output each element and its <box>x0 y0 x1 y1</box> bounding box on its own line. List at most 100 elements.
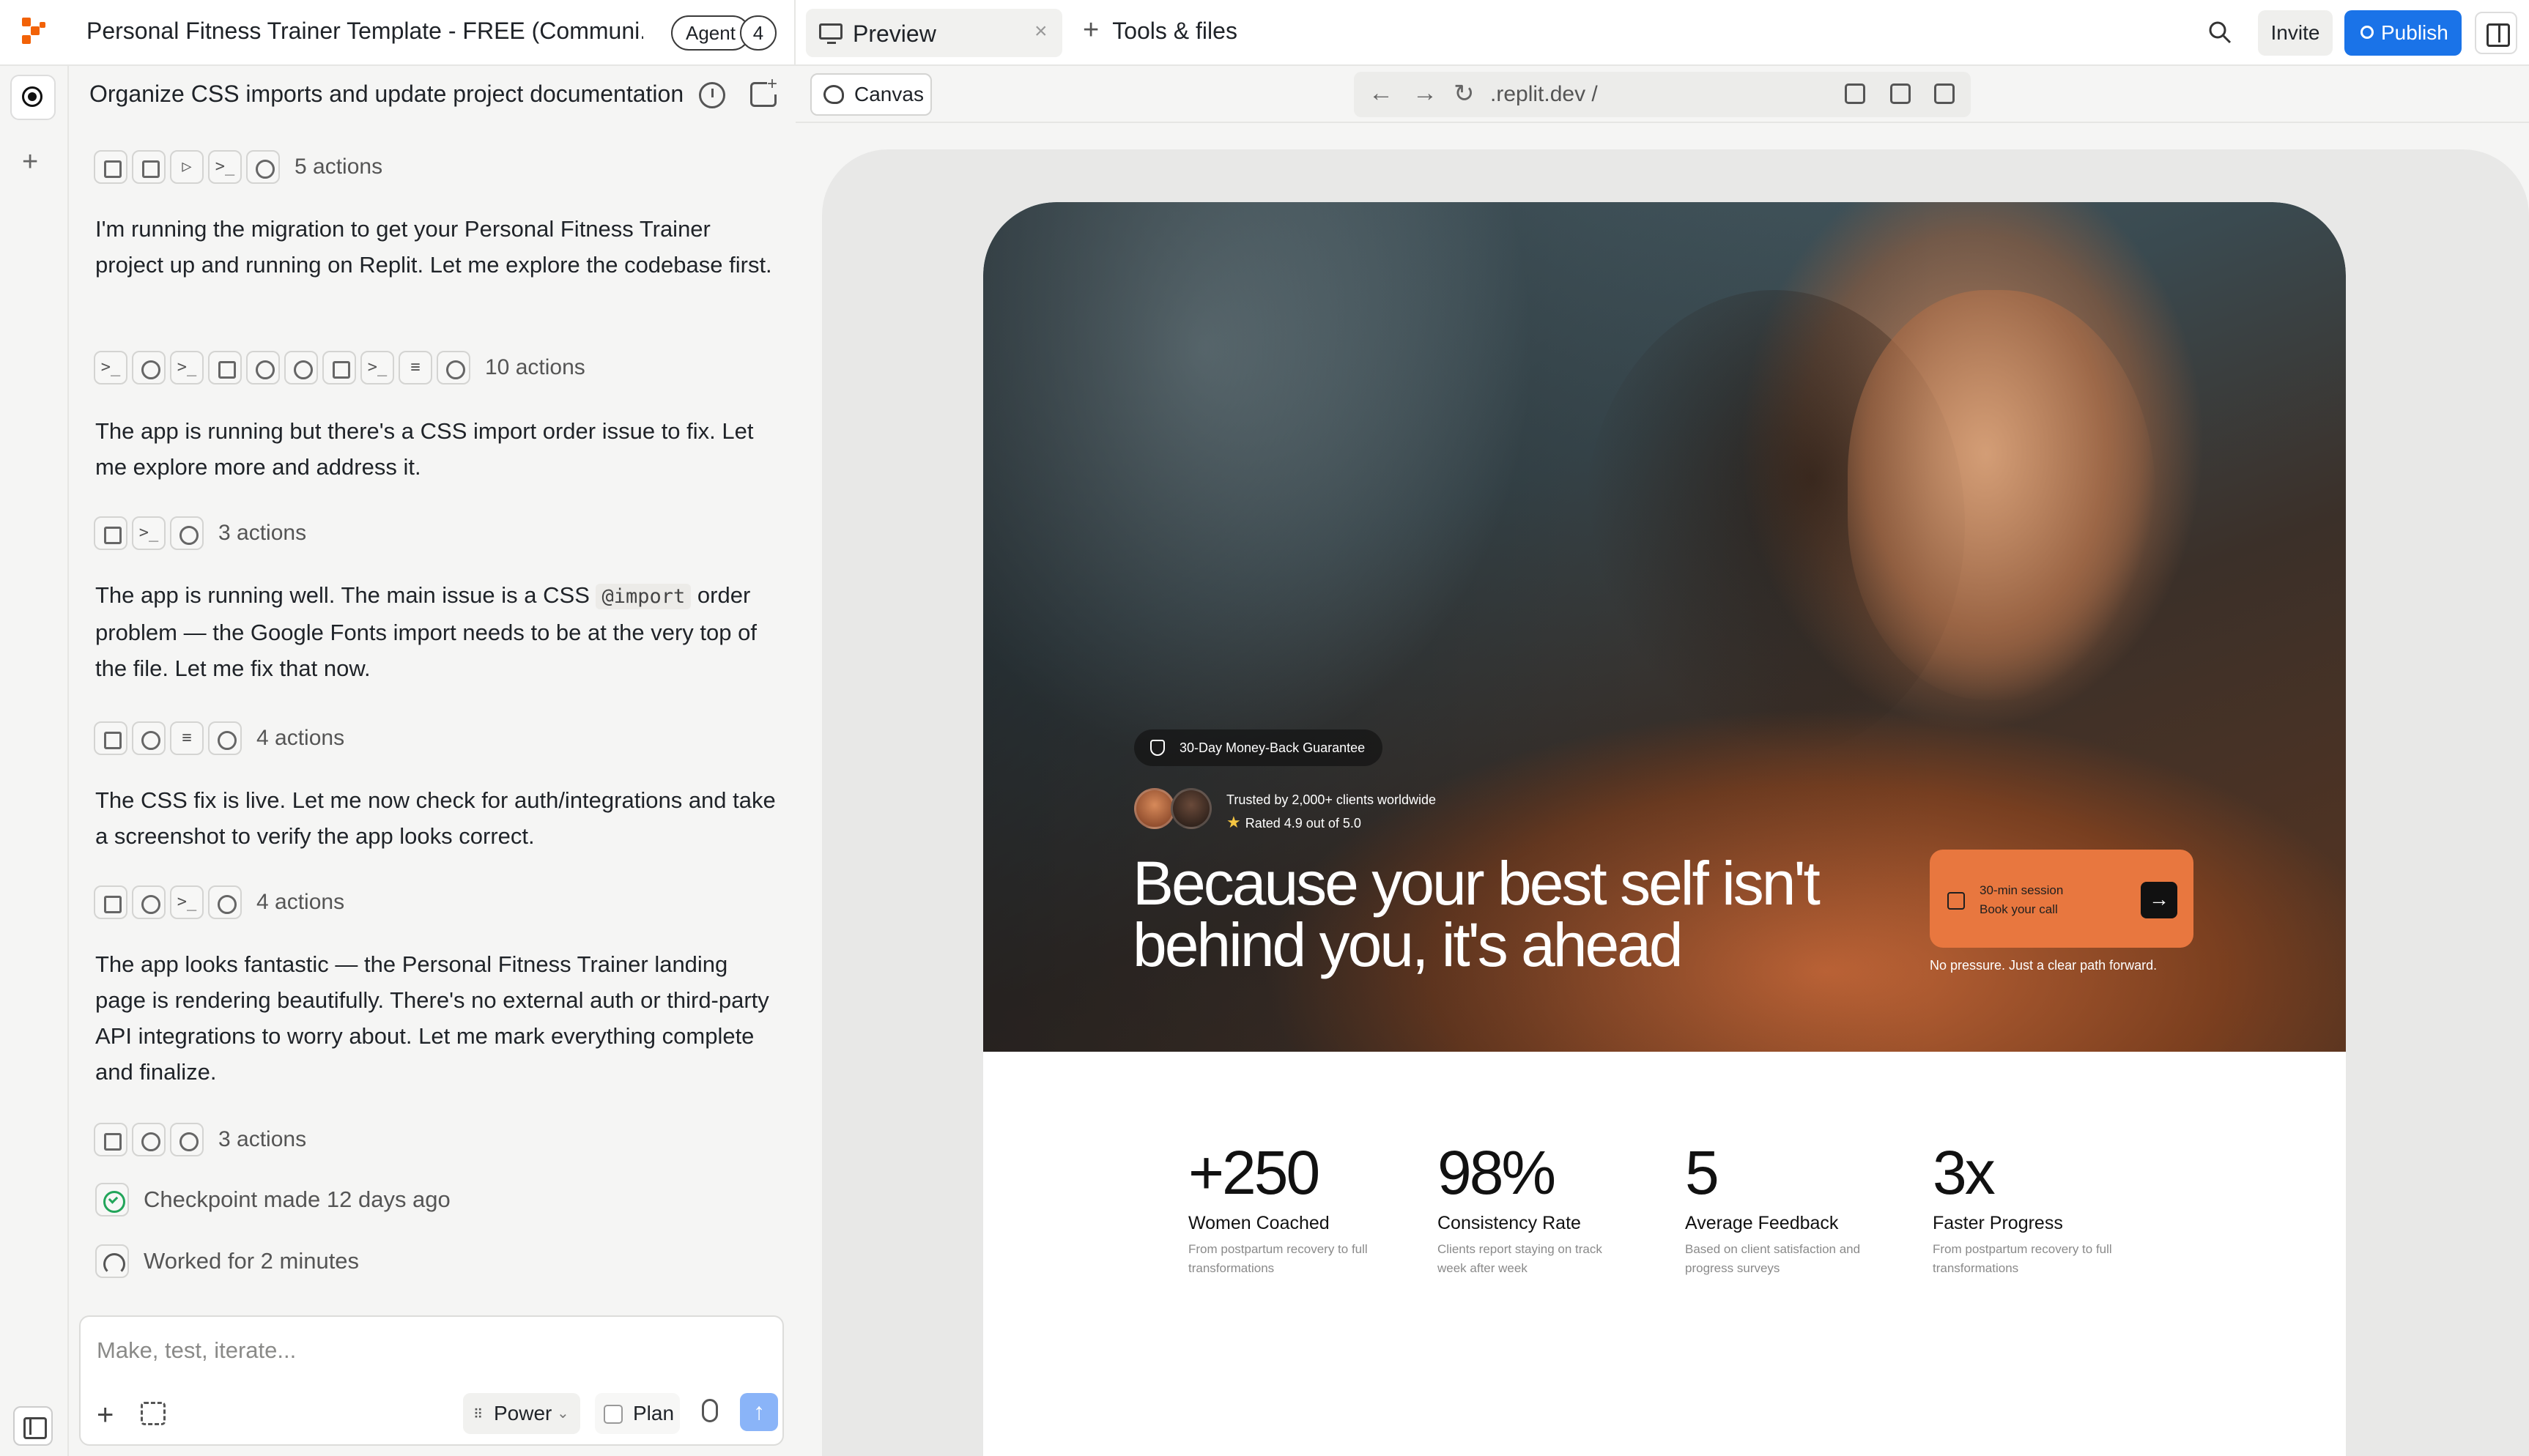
close-icon[interactable]: × <box>1034 19 1048 44</box>
agent-message: The app looks fantastic — the Personal F… <box>95 951 769 1085</box>
agent-message: The app is running well. The main issue … <box>95 577 777 686</box>
terminal-icon: >_ <box>208 150 242 184</box>
agent-rail-icon[interactable] <box>10 75 56 120</box>
canvas-button[interactable]: Canvas <box>810 73 932 116</box>
mode-label: Power <box>494 1402 552 1425</box>
reload-icon[interactable]: ↻ <box>1454 79 1475 108</box>
worked-text: Worked for 2 minutes <box>144 1248 360 1274</box>
calendar-icon <box>1947 892 1965 910</box>
stat-item: 3x Faster Progress From postpartum recov… <box>1933 1140 2123 1278</box>
action-group[interactable]: ≡ 4 actions <box>94 719 344 757</box>
checkpoint-row[interactable]: Checkpoint made 12 days ago <box>95 1181 451 1219</box>
new-chat-plus-icon[interactable]: + <box>22 146 38 178</box>
action-group[interactable]: >_ 4 actions <box>94 883 344 921</box>
send-button[interactable]: ↑ <box>740 1393 778 1431</box>
wrench-icon[interactable] <box>1845 83 1865 104</box>
stat-label: Average Feedback <box>1685 1213 1839 1233</box>
external-link-icon[interactable] <box>1934 83 1955 104</box>
terminal-icon: >_ <box>360 351 394 385</box>
stats-section: +250 Women Coached From postpartum recov… <box>1188 1140 2287 1315</box>
action-group[interactable]: >_ >_ >_ ≡ 10 actions <box>94 349 585 387</box>
plan-label: Plan <box>633 1402 675 1425</box>
action-count: 4 actions <box>256 890 345 914</box>
terminal-icon: >_ <box>132 516 166 550</box>
brain-icon <box>170 516 204 550</box>
action-count: 10 actions <box>485 355 585 379</box>
action-count: 3 actions <box>218 521 307 545</box>
new-thread-icon[interactable] <box>750 74 778 107</box>
action-group[interactable]: ▷ >_ 5 actions <box>94 148 382 186</box>
microphone-icon[interactable] <box>702 1399 718 1422</box>
package-icon <box>132 150 166 184</box>
left-rail: + <box>0 66 69 1456</box>
book-icon <box>208 351 242 385</box>
guarantee-text: 30-Day Money-Back Guarantee <box>1180 740 1366 755</box>
site-page: 30-Day Money-Back Guarantee Trusted by 2… <box>983 202 2346 1456</box>
terminal-icon: >_ <box>170 885 204 919</box>
stat-number: 3x <box>1933 1138 1996 1207</box>
plan-checkbox[interactable] <box>604 1405 623 1424</box>
check-circle-icon <box>95 1183 129 1217</box>
forward-arrow-icon[interactable]: → <box>1412 79 1437 108</box>
play-icon: ▷ <box>170 150 204 184</box>
history-icon[interactable] <box>699 82 725 108</box>
brain-icon <box>284 351 318 385</box>
stat-description: From postpartum recovery to full transfo… <box>1188 1242 1368 1275</box>
plus-icon: + <box>1083 15 1100 45</box>
sidebar-toggle-icon[interactable] <box>13 1406 53 1446</box>
refresh-icon <box>246 351 280 385</box>
tab-preview[interactable]: Preview × <box>806 9 1062 57</box>
worked-row: Worked for 2 minutes <box>95 1242 359 1280</box>
rating: ★ Rated 4.9 out of 5.0 <box>1226 813 1361 832</box>
agent-badge[interactable]: Agent <box>671 15 750 51</box>
chat-title: Organize CSS imports and update project … <box>89 81 684 107</box>
book-call-button[interactable]: 30-min session Book your call → <box>1930 850 2193 948</box>
plan-toggle[interactable]: Plan <box>595 1393 680 1434</box>
stat-description: From postpartum recovery to full transfo… <box>1933 1242 2112 1275</box>
rating-text: Rated 4.9 out of 5.0 <box>1245 816 1361 831</box>
tab-preview-label: Preview <box>853 21 936 47</box>
tab-tools-files[interactable]: + Tools & files <box>1083 15 1237 46</box>
terminal-icon: >_ <box>170 351 204 385</box>
select-element-icon[interactable] <box>141 1402 166 1425</box>
star-icon: ★ <box>1226 813 1241 831</box>
publish-button[interactable]: Publish <box>2344 10 2462 56</box>
arrow-right-icon[interactable]: → <box>2141 882 2177 918</box>
url-text[interactable]: .replit.dev / <box>1490 82 1598 107</box>
agent-count-badge[interactable]: 4 <box>740 15 777 51</box>
brain-icon <box>170 1123 204 1156</box>
book-line-1: 30-min session <box>1980 883 2064 897</box>
checkpoint-text: Checkpoint made 12 days ago <box>144 1186 451 1212</box>
replit-logo-icon[interactable] <box>22 18 48 47</box>
list-icon: ≡ <box>170 721 204 755</box>
invite-button[interactable]: Invite <box>2258 10 2333 56</box>
hero-image: 30-Day Money-Back Guarantee Trusted by 2… <box>983 202 2346 1052</box>
brain-icon <box>132 721 166 755</box>
refresh-icon <box>132 1123 166 1156</box>
replit-workspace: Personal Fitness Trainer Template - FREE… <box>0 0 2529 1456</box>
book-icon <box>94 885 127 919</box>
stat-item: 5 Average Feedback Based on client satis… <box>1685 1140 1876 1278</box>
stat-number: +250 <box>1188 1138 1320 1207</box>
agent-message: The CSS fix is live. Let me now check fo… <box>95 787 776 849</box>
book-icon <box>94 516 127 550</box>
guarantee-badge: 30-Day Money-Back Guarantee <box>1134 729 1383 766</box>
back-arrow-icon[interactable]: ← <box>1369 79 1393 108</box>
stat-description: Based on client satisfaction and progres… <box>1685 1242 1861 1275</box>
composer: + ⠿ Power ⌄ Plan ↑ <box>79 1315 784 1446</box>
panel-toggle-icon[interactable] <box>2475 12 2517 54</box>
search-icon[interactable] <box>2208 21 2232 44</box>
preview-frame: 30-Day Money-Back Guarantee Trusted by 2… <box>822 149 2529 1456</box>
agent-message: The app is running but there's a CSS imp… <box>95 418 754 480</box>
chat-input[interactable] <box>97 1331 756 1370</box>
agent-message: I'm running the migration to get your Pe… <box>95 216 772 278</box>
devices-icon[interactable] <box>1890 83 1911 104</box>
project-title[interactable]: Personal Fitness Trainer Template - FREE… <box>86 18 643 45</box>
publish-icon <box>2360 26 2374 39</box>
action-group[interactable]: >_ 3 actions <box>94 514 306 552</box>
action-group[interactable]: 3 actions <box>94 1121 306 1159</box>
mode-dropdown[interactable]: ⠿ Power ⌄ <box>463 1393 580 1434</box>
attach-plus-icon[interactable]: + <box>97 1399 114 1432</box>
monitor-icon <box>819 23 843 44</box>
tab-tools-label: Tools & files <box>1112 18 1237 44</box>
